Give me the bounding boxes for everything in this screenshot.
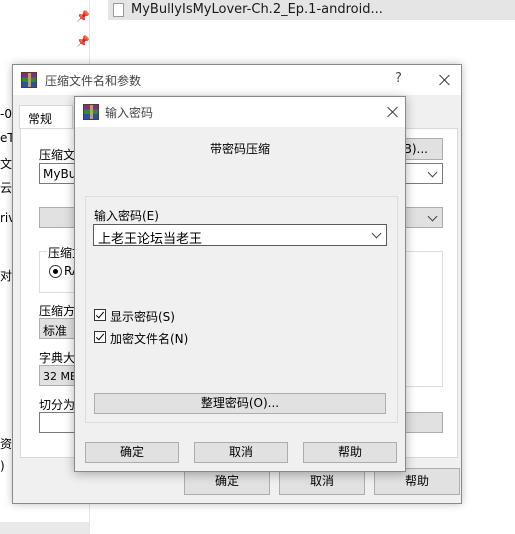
organize-passwords-label: 整理密码(O)...: [200, 396, 280, 410]
password-help-label: 帮助: [337, 445, 362, 459]
password-dialog: 输入密码 带密码压缩 输入密码(E) 上老王论坛当老王 显示密码(S) 加密文件…: [74, 96, 406, 472]
encrypt-filenames-label[interactable]: 加密文件名(N): [110, 330, 188, 347]
password-dialog-title: 输入密码: [105, 106, 154, 120]
split-input[interactable]: [39, 412, 79, 433]
enter-password-label: 输入密码(E): [94, 209, 159, 223]
password-ok-button[interactable]: 确定: [85, 442, 179, 463]
method-dropdown[interactable]: 标准: [39, 318, 79, 339]
password-cancel-button[interactable]: 取消: [194, 442, 288, 463]
help-button[interactable]: 帮助: [374, 468, 460, 495]
help-button-label: 帮助: [404, 474, 429, 488]
pin-icon[interactable]: 📌: [76, 35, 90, 48]
chevron-down-icon: [427, 211, 438, 221]
chevron-down-icon: [427, 167, 438, 177]
file-name[interactable]: MyBullyIsMyLover-Ch.2_Ep.1-android...: [131, 2, 383, 17]
tab-general[interactable]: 常规: [19, 105, 73, 129]
password-help-button[interactable]: 帮助: [303, 442, 397, 463]
nav-fragment: -0: [0, 107, 12, 121]
dictionary-dropdown[interactable]: 32 MB: [39, 365, 79, 386]
encrypt-filenames-checkbox[interactable]: [94, 331, 106, 343]
password-input[interactable]: 上老王论坛当老王: [93, 224, 387, 246]
file-icon: [113, 3, 124, 17]
password-cancel-label: 取消: [228, 445, 253, 459]
pin-icon[interactable]: 📌: [76, 10, 90, 23]
winrar-icon: [21, 72, 37, 88]
close-icon[interactable]: [387, 106, 399, 118]
winrar-icon: [83, 104, 99, 120]
show-password-checkbox[interactable]: [94, 309, 106, 321]
password-value: 上老王论坛当老王: [98, 232, 203, 246]
cancel-button-label: 取消: [309, 474, 334, 488]
radio-dot: [53, 269, 58, 274]
explorer-nav-pane-bottom: [0, 522, 90, 534]
format-rar-radio[interactable]: [49, 265, 62, 278]
method-value: 标准: [43, 324, 68, 338]
dictionary-label: 字典大: [39, 351, 76, 365]
ok-button-label: 确定: [214, 474, 239, 488]
archive-name-label: 压缩文: [39, 148, 76, 162]
archive-title: 压缩文件名和参数: [45, 74, 142, 88]
dictionary-value: 32 MB: [43, 370, 78, 383]
method-label: 压缩方: [39, 304, 76, 318]
nav-fragment: ): [0, 459, 5, 473]
password-heading: 带密码压缩: [209, 142, 270, 156]
split-label: 切分为: [39, 398, 76, 412]
ok-button[interactable]: 确定: [184, 468, 270, 495]
chevron-down-icon: [371, 228, 382, 239]
close-icon[interactable]: [439, 74, 451, 86]
show-password-label[interactable]: 显示密码(S): [110, 308, 175, 325]
tab-general-label: 常规: [28, 112, 53, 126]
password-ok-label: 确定: [119, 445, 144, 459]
organize-passwords-button[interactable]: 整理密码(O)...: [94, 393, 386, 414]
cancel-button[interactable]: 取消: [279, 468, 365, 495]
help-titlebar-button[interactable]: ?: [395, 71, 402, 86]
